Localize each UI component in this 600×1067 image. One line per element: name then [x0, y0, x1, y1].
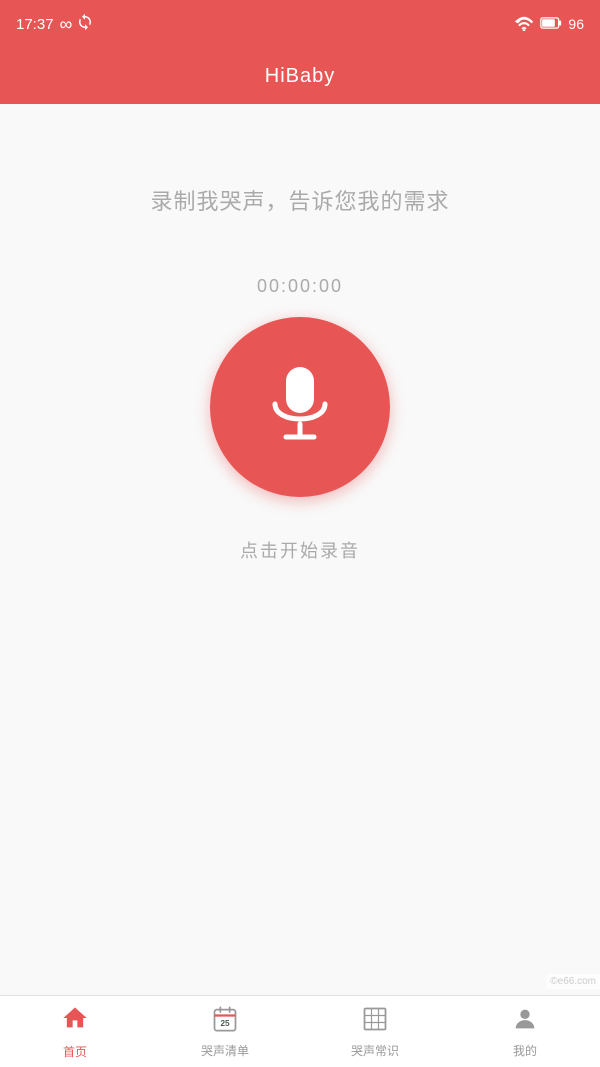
watermark: ©e66.com: [546, 974, 600, 989]
status-bar: 17:37 ∞ 96: [0, 0, 600, 48]
app-bar: HiBaby: [0, 48, 600, 104]
sync-icon: [76, 13, 94, 35]
battery-text: 96: [568, 16, 584, 32]
start-recording-text: 点击开始录音: [240, 537, 360, 563]
time-display: 17:37: [16, 16, 54, 33]
cry-list-label: 哭声清单: [201, 1042, 249, 1059]
profile-label: 我的: [513, 1042, 537, 1059]
cry-knowledge-label: 哭声常识: [351, 1042, 399, 1059]
book-icon: [361, 1005, 389, 1038]
status-left: 17:37 ∞: [16, 13, 94, 35]
home-icon: [61, 1004, 89, 1039]
bottom-navigation: 首页 25 哭声清单 哭声常识: [0, 995, 600, 1067]
svg-text:25: 25: [220, 1019, 230, 1028]
nav-item-profile[interactable]: 我的: [450, 1005, 600, 1059]
wifi-icon: [514, 15, 534, 34]
battery-outline-icon: [540, 16, 562, 33]
record-button[interactable]: [210, 317, 390, 497]
nav-item-cry-list[interactable]: 25 哭声清单: [150, 1005, 300, 1059]
main-content: 录制我哭声，告诉您我的需求 00:00:00 点击开始录音: [0, 104, 600, 995]
timer-display: 00:00:00: [257, 276, 343, 297]
calendar-icon: 25: [211, 1005, 239, 1038]
nav-item-cry-knowledge[interactable]: 哭声常识: [300, 1005, 450, 1059]
nav-item-home[interactable]: 首页: [0, 1004, 150, 1060]
status-right: 96: [514, 15, 584, 34]
home-label: 首页: [63, 1043, 87, 1060]
infinity-icon: ∞: [60, 14, 71, 35]
subtitle-text: 录制我哭声，告诉您我的需求: [150, 184, 449, 216]
person-icon: [511, 1005, 539, 1038]
microphone-icon: [255, 362, 345, 452]
app-title: HiBaby: [265, 65, 335, 88]
